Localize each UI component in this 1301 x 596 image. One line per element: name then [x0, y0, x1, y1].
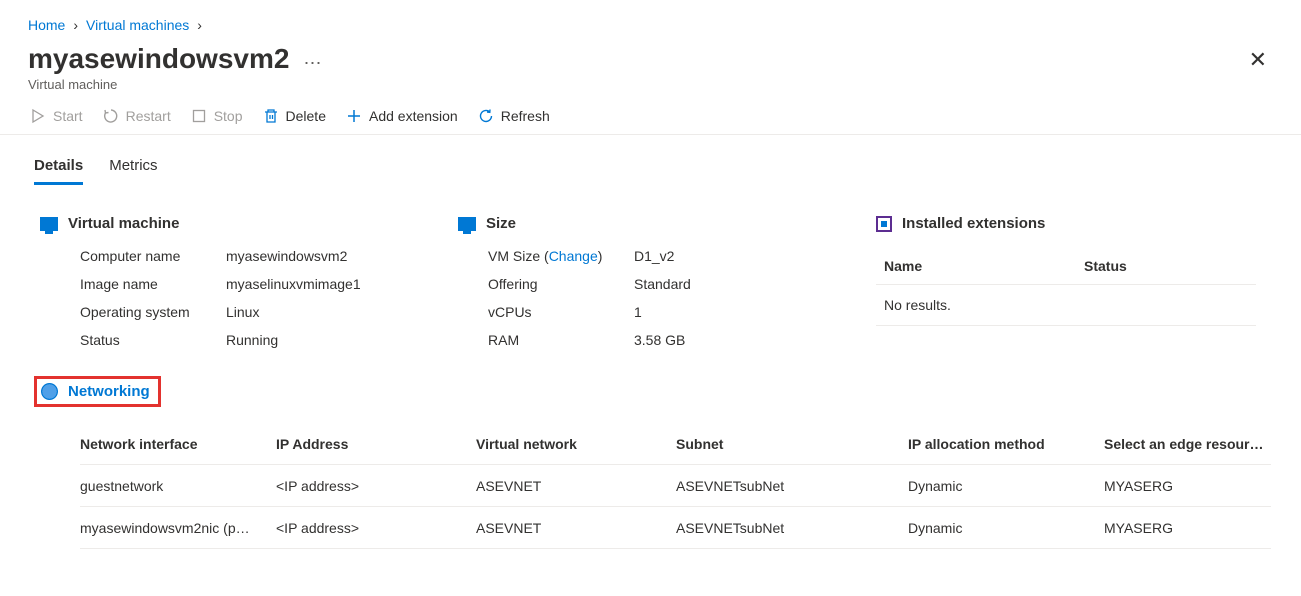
chevron-right-icon: › — [197, 17, 202, 33]
stop-label: Stop — [214, 108, 243, 124]
tabs: Details Metrics — [0, 135, 1301, 185]
breadcrumb: Home › Virtual machines › — [0, 0, 1301, 33]
net-col-ip: IP Address — [276, 436, 476, 452]
section-vm-label: Virtual machine — [68, 215, 179, 232]
label-vcpus: vCPUs — [488, 304, 628, 320]
net-col-edge: Select an edge resour… — [1104, 436, 1274, 452]
command-bar: Start Restart Stop Delete Add extension … — [0, 92, 1301, 135]
section-networking[interactable]: Networking — [34, 376, 161, 407]
section-installed-extensions: Installed extensions — [876, 215, 1296, 232]
close-icon[interactable]: ✕ — [1243, 43, 1273, 77]
stop-button[interactable]: Stop — [191, 108, 243, 124]
section-size-label: Size — [486, 215, 516, 232]
play-icon — [30, 108, 46, 124]
details-content: Virtual machine Computer name myasewindo… — [0, 185, 1301, 423]
net-subnet: ASEVNETsubNet — [676, 478, 908, 494]
monitor-icon — [40, 217, 58, 231]
more-menu-icon[interactable]: ⋯ — [303, 45, 321, 74]
ext-col-status: Status — [1084, 258, 1127, 274]
extensions-table: Name Status No results. — [876, 248, 1256, 326]
start-button[interactable]: Start — [30, 108, 83, 124]
chevron-right-icon: › — [73, 17, 78, 33]
trash-icon — [263, 108, 279, 124]
label-os: Operating system — [80, 304, 220, 320]
value-offering: Standard — [634, 276, 876, 292]
net-ip: <IP address> — [276, 520, 476, 536]
section-size: Size — [458, 215, 876, 232]
net-alloc: Dynamic — [908, 520, 1104, 536]
section-extensions-label: Installed extensions — [902, 215, 1045, 232]
page-header: myasewindowsvm2 ⋯ Virtual machine ✕ — [0, 33, 1301, 92]
net-ip: <IP address> — [276, 478, 476, 494]
restart-icon — [103, 108, 119, 124]
net-col-subnet: Subnet — [676, 436, 908, 452]
value-os: Linux — [226, 304, 458, 320]
networking-row[interactable]: myasewindowsvm2nic (p… <IP address> ASEV… — [80, 507, 1271, 549]
plus-icon — [346, 108, 362, 124]
label-computer-name: Computer name — [80, 248, 220, 264]
net-vnet: ASEVNET — [476, 478, 676, 494]
section-virtual-machine: Virtual machine — [40, 215, 458, 232]
net-edge: MYASERG — [1104, 520, 1274, 536]
net-col-interface: Network interface — [80, 436, 276, 452]
value-ram: 3.58 GB — [634, 332, 876, 348]
page-title: myasewindowsvm2 — [28, 43, 289, 75]
extensions-empty: No results. — [876, 285, 1256, 326]
value-image-name: myaselinuxvmimage1 — [226, 276, 458, 292]
change-size-link[interactable]: Change — [549, 248, 598, 264]
delete-button[interactable]: Delete — [263, 108, 326, 124]
label-status: Status — [80, 332, 220, 348]
net-vnet: ASEVNET — [476, 520, 676, 536]
net-subnet: ASEVNETsubNet — [676, 520, 908, 536]
value-status: Running — [226, 332, 458, 348]
tab-metrics[interactable]: Metrics — [109, 157, 157, 185]
refresh-icon — [478, 108, 494, 124]
breadcrumb-home[interactable]: Home — [28, 17, 65, 33]
monitor-icon — [458, 217, 476, 231]
ext-col-name: Name — [884, 258, 1084, 274]
net-col-vnet: Virtual network — [476, 436, 676, 452]
breadcrumb-virtual-machines[interactable]: Virtual machines — [86, 17, 189, 33]
start-label: Start — [53, 108, 83, 124]
stop-icon — [191, 108, 207, 124]
extension-icon — [876, 216, 892, 232]
label-offering: Offering — [488, 276, 628, 292]
section-networking-label: Networking — [68, 383, 150, 400]
networking-table: Network interface IP Address Virtual net… — [0, 423, 1301, 549]
net-edge: MYASERG — [1104, 478, 1274, 494]
refresh-label: Refresh — [501, 108, 550, 124]
add-extension-label: Add extension — [369, 108, 458, 124]
globe-icon — [41, 383, 58, 400]
label-image-name: Image name — [80, 276, 220, 292]
restart-label: Restart — [126, 108, 171, 124]
value-vcpus: 1 — [634, 304, 876, 320]
tab-details[interactable]: Details — [34, 157, 83, 185]
label-ram: RAM — [488, 332, 628, 348]
add-extension-button[interactable]: Add extension — [346, 108, 458, 124]
value-vm-size: D1_v2 — [634, 248, 876, 264]
restart-button[interactable]: Restart — [103, 108, 171, 124]
net-iface: myasewindowsvm2nic (p… — [80, 520, 276, 536]
networking-row[interactable]: guestnetwork <IP address> ASEVNET ASEVNE… — [80, 465, 1271, 507]
net-col-alloc: IP allocation method — [908, 436, 1104, 452]
refresh-button[interactable]: Refresh — [478, 108, 550, 124]
page-subtitle: Virtual machine — [28, 77, 321, 92]
delete-label: Delete — [286, 108, 326, 124]
net-iface: guestnetwork — [80, 478, 276, 494]
value-computer-name: myasewindowsvm2 — [226, 248, 458, 264]
label-vm-size: VM Size (Change) — [488, 248, 628, 264]
net-alloc: Dynamic — [908, 478, 1104, 494]
